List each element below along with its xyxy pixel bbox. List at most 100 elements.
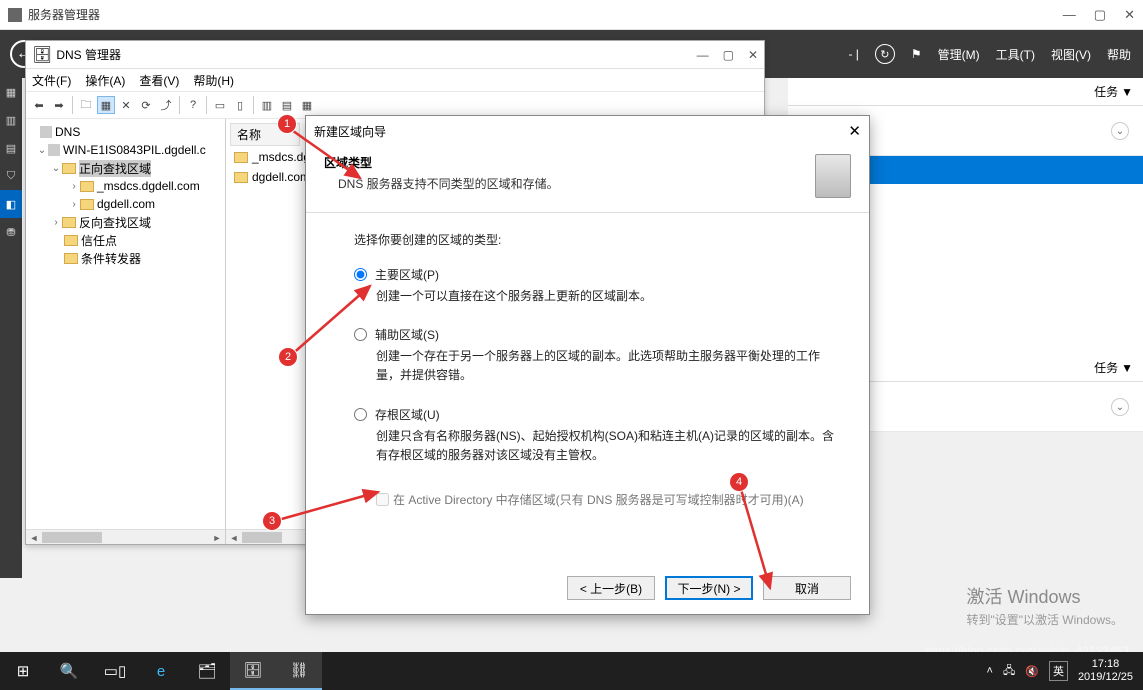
server-manager-task-icon[interactable]: 🗄 <box>230 652 276 690</box>
radio-secondary-zone[interactable]: 辅助区域(S) <box>354 326 835 343</box>
radio-stub-zone[interactable]: 存根区域(U) <box>354 406 835 423</box>
tree-cond[interactable]: 条件转发器 <box>81 250 141 267</box>
folder-icon <box>80 181 94 192</box>
server-manager-titlebar: 服务器管理器 — ▢ ✕ <box>0 0 1143 30</box>
activation-watermark: 激活 Windows 转到"设置"以激活 Windows。 <box>966 583 1123 628</box>
wizard-close-icon[interactable]: ✕ <box>848 122 861 140</box>
server-graphic-icon <box>815 154 851 198</box>
opt1-desc: 创建一个可以直接在这个服务器上更新的区域副本。 <box>354 283 835 320</box>
dns-maximize[interactable]: ▢ <box>723 48 734 62</box>
flag-icon[interactable]: ⚑ <box>911 47 922 61</box>
tree-rev-zone[interactable]: 反向查找区域 <box>79 214 151 231</box>
dns-menubar: 文件(F) 操作(A) 查看(V) 帮助(H) <box>26 69 764 91</box>
menu-help[interactable]: 帮助 <box>1107 46 1131 63</box>
refresh-icon[interactable]: ⟳ <box>137 96 155 114</box>
tool-icon[interactable]: ▭ <box>211 96 229 114</box>
tasks-dropdown[interactable]: 任务▼ <box>1094 83 1133 100</box>
folder-icon <box>234 172 248 183</box>
dns-minimize[interactable]: — <box>697 48 709 62</box>
dns-title: DNS 管理器 <box>56 46 696 63</box>
opt3-desc: 创建只含有名称服务器(NS)、起始授权机构(SOA)和粘连主机(A)记录的区域的… <box>354 423 835 479</box>
dns-close[interactable]: ✕ <box>748 48 758 62</box>
tasks-bar: 任务▼ <box>788 78 1143 106</box>
up-icon[interactable]: 🗀 <box>77 96 95 114</box>
refresh-icon[interactable]: ↻ <box>875 44 895 64</box>
tree-server[interactable]: WIN-E1IS0843PIL.dgdell.c <box>63 143 206 157</box>
collapse-icon-2[interactable]: ⌄ <box>1111 398 1129 416</box>
system-tray: ˄ 🖧 🔇 英 17:182019/12/25 <box>987 658 1143 684</box>
nav-back-icon[interactable]: ⬅ <box>30 96 48 114</box>
search-icon[interactable]: 🔍 <box>46 652 92 690</box>
ie-icon[interactable]: e <box>138 652 184 690</box>
rail-item[interactable]: ▤ <box>0 134 22 162</box>
cancel-button[interactable]: 取消 <box>763 576 851 600</box>
tray-up-icon[interactable]: ˄ <box>987 665 993 677</box>
menu-tools[interactable]: 工具(T) <box>996 46 1035 63</box>
folder-icon <box>64 235 78 246</box>
folder-icon <box>62 217 76 228</box>
menu-file[interactable]: 文件(F) <box>32 72 71 89</box>
start-button[interactable]: ⊞ <box>0 652 46 690</box>
rail-item[interactable]: ⛃ <box>0 218 22 246</box>
back-button[interactable]: < 上一步(B) <box>567 576 655 600</box>
close-button[interactable]: ✕ <box>1124 7 1135 23</box>
export-icon[interactable]: ⤴ <box>157 96 175 114</box>
clock[interactable]: 17:182019/12/25 <box>1078 658 1133 684</box>
collapse-icon[interactable]: ⌄ <box>1111 122 1129 140</box>
tree-zone2[interactable]: dgdell.com <box>97 197 155 211</box>
nav-fwd-icon[interactable]: ➡ <box>50 96 68 114</box>
breadcrumb-dash: - | <box>848 47 858 61</box>
tool-icon[interactable]: ▥ <box>258 96 276 114</box>
menu-action[interactable]: 操作(A) <box>85 72 125 89</box>
tree-hscroll[interactable]: ◄► <box>26 529 225 544</box>
menu-manage[interactable]: 管理(M) <box>938 46 980 63</box>
explorer-icon[interactable]: 🗂 <box>184 652 230 690</box>
rail-item-active[interactable]: ◧ <box>0 190 22 218</box>
menu-view[interactable]: 查看(V) <box>139 72 179 89</box>
tool-icon[interactable]: ▦ <box>298 96 316 114</box>
view-icon[interactable]: ▦ <box>97 96 115 114</box>
network-icon[interactable]: 🖧 <box>1003 662 1015 681</box>
tree-trust[interactable]: 信任点 <box>81 232 117 249</box>
minimize-button[interactable]: — <box>1063 7 1076 23</box>
help-icon[interactable]: ? <box>184 96 202 114</box>
delete-icon[interactable]: ✕ <box>117 96 135 114</box>
rail-item[interactable]: ⛉ <box>0 162 22 190</box>
side-rail: ▦ ▥ ▤ ⛉ ◧ ⛃ <box>0 78 22 578</box>
tool-icon[interactable]: ▯ <box>231 96 249 114</box>
sound-icon[interactable]: 🔇 <box>1025 665 1039 678</box>
opt2-desc: 创建一个存在于另一个服务器上的区域的副本。此选项帮助主服务器平衡处理的工作量，并… <box>354 343 835 399</box>
dns-task-icon[interactable]: ⛓ <box>276 652 322 690</box>
server-manager-icon <box>8 8 22 22</box>
maximize-button[interactable]: ▢ <box>1094 7 1106 23</box>
wizard-prompt: 选择你要创建的区域的类型: <box>354 231 835 248</box>
tree-dns-root[interactable]: DNS <box>55 125 80 139</box>
tree-zone1[interactable]: _msdcs.dgdell.com <box>97 179 200 193</box>
annotation-marker-4: 4 <box>730 473 748 491</box>
dns-tree[interactable]: DNS ⌄WIN-E1IS0843PIL.dgdell.c ⌄正向查找区域 ›_… <box>26 119 226 544</box>
radio-primary-zone[interactable]: 主要区域(P) <box>354 266 835 283</box>
server-icon <box>48 144 60 156</box>
folder-icon <box>64 253 78 264</box>
folder-icon <box>62 163 76 174</box>
task-view-icon[interactable]: ▭▯ <box>92 652 138 690</box>
folder-icon <box>234 152 248 163</box>
ime-indicator[interactable]: 英 <box>1049 661 1068 681</box>
tree-fwd-zone[interactable]: 正向查找区域 <box>79 160 151 177</box>
ad-storage-checkbox[interactable]: 在 Active Directory 中存储区域(只有 DNS 服务器是可写域控… <box>376 491 835 508</box>
annotation-marker-3: 3 <box>263 512 281 530</box>
next-button[interactable]: 下一步(N) > <box>665 576 753 600</box>
new-zone-wizard: 新建区域向导 ✕ 区域类型 DNS 服务器支持不同类型的区域和存储。 选择你要创… <box>305 115 870 615</box>
annotation-marker-2: 2 <box>279 348 297 366</box>
rail-item[interactable]: ▦ <box>0 78 22 106</box>
rail-item[interactable]: ▥ <box>0 106 22 134</box>
wizard-header-title: 区域类型 <box>324 154 815 171</box>
dns-icon: 🗄 <box>32 45 52 65</box>
wizard-header-desc: DNS 服务器支持不同类型的区域和存储。 <box>324 175 815 192</box>
tool-icon[interactable]: ▤ <box>278 96 296 114</box>
tasks-dropdown-2[interactable]: 任务▼ <box>1094 359 1133 376</box>
taskbar: ⊞ 🔍 ▭▯ e 🗂 🗄 ⛓ ˄ 🖧 🔇 英 17:182019/12/25 <box>0 652 1143 690</box>
menu-view[interactable]: 视图(V) <box>1051 46 1091 63</box>
menu-help[interactable]: 帮助(H) <box>193 72 234 89</box>
wizard-title: 新建区域向导 <box>314 123 848 140</box>
